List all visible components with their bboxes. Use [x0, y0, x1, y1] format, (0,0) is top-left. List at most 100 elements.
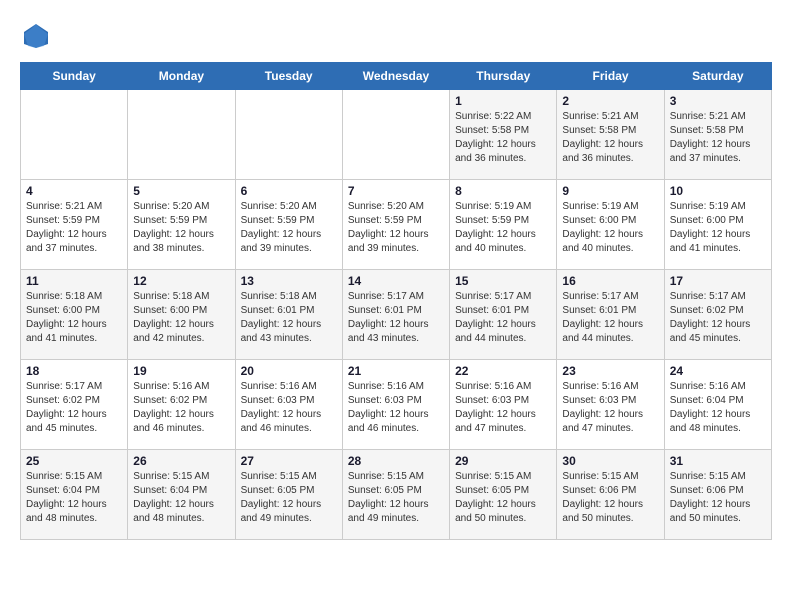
day-number: 13	[241, 274, 337, 288]
day-info: Sunrise: 5:17 AM Sunset: 6:01 PM Dayligh…	[455, 290, 551, 346]
day-info: Sunrise: 5:16 AM Sunset: 6:03 PM Dayligh…	[455, 380, 551, 436]
day-number: 30	[562, 454, 658, 468]
calendar-week-row: 4 Sunrise: 5:21 AM Sunset: 5:59 PM Daylig…	[21, 180, 772, 270]
calendar-cell: 5Sunrise: 5:20 AM Sunset: 5:59 PM Daylig…	[128, 180, 235, 270]
calendar-cell: 3Sunrise: 5:21 AM Sunset: 5:58 PM Daylig…	[664, 90, 771, 180]
calendar-week-row: 11 Sunrise: 5:18 AM Sunset: 6:00 PM Dayli…	[21, 270, 772, 360]
day-number: 11	[26, 274, 122, 288]
calendar-table: SundayMondayTuesdayWednesdayThursdayFrid…	[20, 62, 772, 540]
calendar-cell: 4 Sunrise: 5:21 AM Sunset: 5:59 PM Daylig…	[21, 180, 128, 270]
calendar-body: 1 Sunrise: 5:22 AM Sunset: 5:58 PM Daylig…	[21, 90, 772, 540]
calendar-cell: 31 Sunrise: 5:15 AM Sunset: 6:06 PM Dayli…	[664, 450, 771, 540]
day-number: 21	[348, 364, 444, 378]
calendar-cell: 7 Sunrise: 5:20 AM Sunset: 5:59 PM Daylig…	[342, 180, 449, 270]
day-info: Sunrise: 5:19 AM Sunset: 5:59 PM Dayligh…	[455, 200, 551, 256]
calendar-cell: 9 Sunrise: 5:19 AM Sunset: 6:00 PM Daylig…	[557, 180, 664, 270]
calendar-cell: 25 Sunrise: 5:15 AM Sunset: 6:04 PM Dayli…	[21, 450, 128, 540]
day-info: Sunrise: 5:21 AM Sunset: 5:59 PM Dayligh…	[26, 200, 122, 256]
day-info: Sunrise: 5:15 AM Sunset: 6:06 PM Dayligh…	[562, 470, 658, 526]
day-info: Sunrise: 5:21 AM Sunset: 5:58 PM Dayligh…	[562, 110, 658, 166]
calendar-cell: 13Sunrise: 5:18 AM Sunset: 6:01 PM Dayli…	[235, 270, 342, 360]
day-info: Sunrise: 5:15 AM Sunset: 6:06 PM Dayligh…	[670, 470, 766, 526]
day-info: Sunrise: 5:16 AM Sunset: 6:02 PM Dayligh…	[133, 380, 229, 436]
calendar-cell: 20Sunrise: 5:16 AM Sunset: 6:03 PM Dayli…	[235, 360, 342, 450]
calendar-cell: 21Sunrise: 5:16 AM Sunset: 6:03 PM Dayli…	[342, 360, 449, 450]
calendar-cell: 6 Sunrise: 5:20 AM Sunset: 5:59 PM Daylig…	[235, 180, 342, 270]
day-number: 31	[670, 454, 766, 468]
calendar-cell: 17 Sunrise: 5:17 AM Sunset: 6:02 PM Dayli…	[664, 270, 771, 360]
day-info: Sunrise: 5:19 AM Sunset: 6:00 PM Dayligh…	[562, 200, 658, 256]
day-info: Sunrise: 5:17 AM Sunset: 6:02 PM Dayligh…	[670, 290, 766, 346]
day-info: Sunrise: 5:16 AM Sunset: 6:03 PM Dayligh…	[562, 380, 658, 436]
day-number: 7	[348, 184, 444, 198]
calendar-cell: 29Sunrise: 5:15 AM Sunset: 6:05 PM Dayli…	[450, 450, 557, 540]
day-info: Sunrise: 5:15 AM Sunset: 6:05 PM Dayligh…	[241, 470, 337, 526]
calendar-cell: 19 Sunrise: 5:16 AM Sunset: 6:02 PM Dayli…	[128, 360, 235, 450]
calendar-cell	[128, 90, 235, 180]
calendar-header: SundayMondayTuesdayWednesdayThursdayFrid…	[21, 63, 772, 90]
calendar-cell: 16Sunrise: 5:17 AM Sunset: 6:01 PM Dayli…	[557, 270, 664, 360]
calendar-cell: 23 Sunrise: 5:16 AM Sunset: 6:03 PM Dayli…	[557, 360, 664, 450]
day-number: 14	[348, 274, 444, 288]
logo-icon	[20, 20, 52, 52]
day-number: 27	[241, 454, 337, 468]
weekday-row: SundayMondayTuesdayWednesdayThursdayFrid…	[21, 63, 772, 90]
calendar-cell: 28 Sunrise: 5:15 AM Sunset: 6:05 PM Dayli…	[342, 450, 449, 540]
day-number: 1	[455, 94, 551, 108]
calendar-cell: 26 Sunrise: 5:15 AM Sunset: 6:04 PM Dayli…	[128, 450, 235, 540]
day-info: Sunrise: 5:15 AM Sunset: 6:04 PM Dayligh…	[26, 470, 122, 526]
calendar-cell	[235, 90, 342, 180]
weekday-header: Thursday	[450, 63, 557, 90]
day-info: Sunrise: 5:17 AM Sunset: 6:01 PM Dayligh…	[348, 290, 444, 346]
day-info: Sunrise: 5:22 AM Sunset: 5:58 PM Dayligh…	[455, 110, 551, 166]
day-number: 26	[133, 454, 229, 468]
calendar-cell: 30 Sunrise: 5:15 AM Sunset: 6:06 PM Dayli…	[557, 450, 664, 540]
weekday-header: Wednesday	[342, 63, 449, 90]
calendar-cell: 12 Sunrise: 5:18 AM Sunset: 6:00 PM Dayli…	[128, 270, 235, 360]
calendar-cell: 8Sunrise: 5:19 AM Sunset: 5:59 PM Daylig…	[450, 180, 557, 270]
day-info: Sunrise: 5:16 AM Sunset: 6:04 PM Dayligh…	[670, 380, 766, 436]
day-number: 15	[455, 274, 551, 288]
day-number: 10	[670, 184, 766, 198]
day-info: Sunrise: 5:15 AM Sunset: 6:05 PM Dayligh…	[348, 470, 444, 526]
day-info: Sunrise: 5:19 AM Sunset: 6:00 PM Dayligh…	[670, 200, 766, 256]
day-number: 6	[241, 184, 337, 198]
day-number: 19	[133, 364, 229, 378]
day-number: 17	[670, 274, 766, 288]
day-info: Sunrise: 5:15 AM Sunset: 6:04 PM Dayligh…	[133, 470, 229, 526]
day-number: 25	[26, 454, 122, 468]
day-info: Sunrise: 5:15 AM Sunset: 6:05 PM Dayligh…	[455, 470, 551, 526]
calendar-week-row: 18 Sunrise: 5:17 AM Sunset: 6:02 PM Dayli…	[21, 360, 772, 450]
day-number: 12	[133, 274, 229, 288]
day-info: Sunrise: 5:20 AM Sunset: 5:59 PM Dayligh…	[241, 200, 337, 256]
day-number: 5	[133, 184, 229, 198]
calendar-cell: 14 Sunrise: 5:17 AM Sunset: 6:01 PM Dayli…	[342, 270, 449, 360]
weekday-header: Saturday	[664, 63, 771, 90]
day-info: Sunrise: 5:20 AM Sunset: 5:59 PM Dayligh…	[348, 200, 444, 256]
page-header	[20, 20, 772, 52]
day-number: 3	[670, 94, 766, 108]
day-number: 16	[562, 274, 658, 288]
calendar-cell	[342, 90, 449, 180]
calendar-cell: 2Sunrise: 5:21 AM Sunset: 5:58 PM Daylig…	[557, 90, 664, 180]
calendar-cell: 11 Sunrise: 5:18 AM Sunset: 6:00 PM Dayli…	[21, 270, 128, 360]
weekday-header: Tuesday	[235, 63, 342, 90]
calendar-cell: 15 Sunrise: 5:17 AM Sunset: 6:01 PM Dayli…	[450, 270, 557, 360]
day-info: Sunrise: 5:18 AM Sunset: 6:00 PM Dayligh…	[26, 290, 122, 346]
calendar-cell: 24 Sunrise: 5:16 AM Sunset: 6:04 PM Dayli…	[664, 360, 771, 450]
calendar-cell	[21, 90, 128, 180]
day-number: 23	[562, 364, 658, 378]
day-number: 4	[26, 184, 122, 198]
weekday-header: Sunday	[21, 63, 128, 90]
day-info: Sunrise: 5:17 AM Sunset: 6:02 PM Dayligh…	[26, 380, 122, 436]
day-number: 28	[348, 454, 444, 468]
day-number: 22	[455, 364, 551, 378]
logo	[20, 20, 58, 52]
day-number: 9	[562, 184, 658, 198]
calendar-cell: 18 Sunrise: 5:17 AM Sunset: 6:02 PM Dayli…	[21, 360, 128, 450]
day-number: 18	[26, 364, 122, 378]
day-number: 24	[670, 364, 766, 378]
calendar-cell: 1 Sunrise: 5:22 AM Sunset: 5:58 PM Daylig…	[450, 90, 557, 180]
calendar-cell: 22 Sunrise: 5:16 AM Sunset: 6:03 PM Dayli…	[450, 360, 557, 450]
day-info: Sunrise: 5:18 AM Sunset: 6:00 PM Dayligh…	[133, 290, 229, 346]
